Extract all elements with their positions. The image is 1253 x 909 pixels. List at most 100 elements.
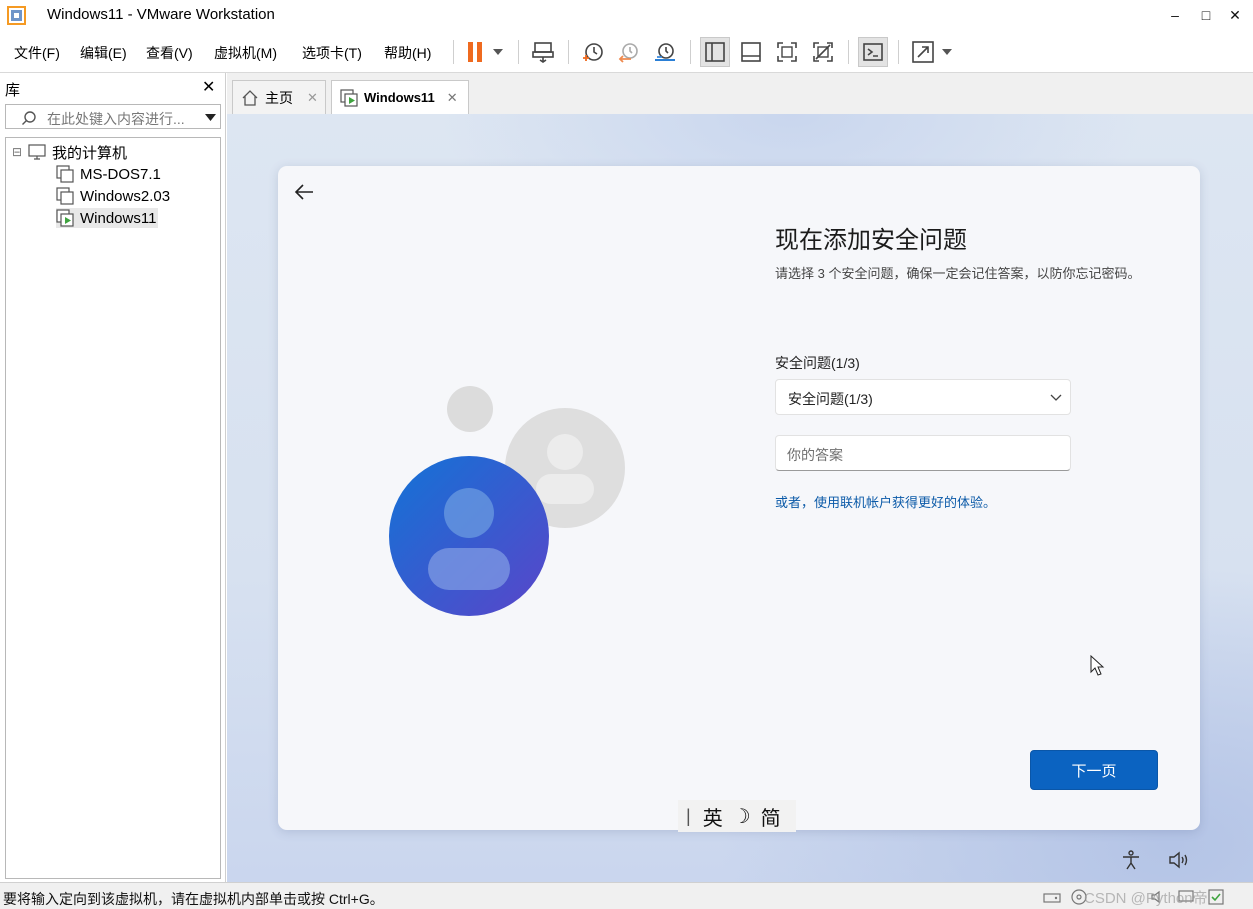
tab-close-icon[interactable]: ✕ (447, 90, 458, 106)
accessibility-icon[interactable] (1119, 848, 1143, 872)
status-message: 要将输入定向到该虚拟机，请在虚拟机内部单击或按 Ctrl+G。 (3, 891, 384, 907)
answer-input[interactable]: 你的答案 (775, 435, 1071, 471)
chevron-down-icon[interactable] (205, 114, 216, 121)
menu-tabs[interactable]: 选项卡(T) (302, 43, 362, 63)
unity-button[interactable] (808, 37, 838, 67)
running-vm-icon (340, 88, 358, 107)
ime-handle[interactable]: | (686, 806, 691, 827)
toolbar-divider (898, 40, 899, 64)
vm-tools-icon[interactable] (1207, 888, 1225, 906)
library-tree: ⊟ 我的计算机 MS-DOS7.1 Windows2.03 Windows11 (5, 137, 221, 879)
security-question-select[interactable]: 安全问题(1/3) (775, 379, 1071, 415)
running-vm-icon (56, 209, 74, 227)
library-close-button[interactable]: ✕ (202, 77, 215, 97)
security-question-label: 安全问题(1/3) (775, 355, 860, 371)
ime-script-toggle[interactable]: 简 (761, 802, 781, 831)
tab-close-icon[interactable]: ✕ (307, 90, 318, 106)
menu-vm[interactable]: 虚拟机(M) (214, 43, 277, 63)
library-search-placeholder: 在此处键入内容进行... (47, 111, 185, 127)
mouse-cursor-icon (1090, 655, 1105, 676)
tree-item-msdos[interactable]: MS-DOS7.1 (56, 164, 161, 184)
toolbar-divider (568, 40, 569, 64)
search-icon (22, 111, 36, 125)
stretch-guest-button[interactable] (908, 37, 938, 67)
ime-half-width-toggle[interactable]: ☽ (733, 804, 751, 829)
menu-file[interactable]: 文件(F) (14, 43, 60, 63)
tab-windows11-label: Windows11 (364, 90, 435, 105)
tree-item-label: Windows11 (80, 209, 157, 227)
back-arrow-icon[interactable] (292, 180, 316, 204)
send-ctrl-alt-del-icon (532, 42, 554, 63)
revert-snapshot-button[interactable] (614, 37, 644, 67)
title-bar: Windows11 - VMware Workstation – □ ✕ (0, 0, 1253, 31)
tab-windows11[interactable]: Windows11 ✕ (331, 80, 469, 114)
tree-item-windows11[interactable]: Windows11 (56, 208, 159, 228)
collapse-icon[interactable]: ⊟ (12, 145, 28, 159)
menu-toolbar: 文件(F) 编辑(E) 查看(V) 虚拟机(M) 选项卡(T) 帮助(H) (0, 31, 1253, 73)
chevron-down-icon (942, 49, 952, 55)
take-snapshot-button[interactable] (578, 37, 608, 67)
vm-icon (56, 187, 74, 205)
window-title: Windows11 - VMware Workstation (47, 6, 275, 23)
tree-item-label: Windows2.03 (80, 187, 171, 205)
menu-view[interactable]: 查看(V) (146, 43, 193, 63)
snapshot-icon (583, 43, 603, 61)
page-description: 请选择 3 个安全问题，确保一定会记住答案，以防你忘记密码。 (775, 266, 1141, 281)
revert-snapshot-icon (618, 43, 638, 63)
toolbar-divider (453, 40, 454, 64)
user-accounts-illustration (389, 386, 625, 616)
chevron-down-icon (493, 49, 503, 55)
page-title: 现在添加安全问题 (775, 227, 967, 254)
online-account-link[interactable]: 或者，使用联机帐户获得更好的体验。 (775, 492, 996, 511)
stretch-icon (912, 41, 934, 63)
unity-icon (813, 42, 833, 62)
tree-item-label: MS-DOS7.1 (80, 165, 161, 183)
pause-dropdown-button[interactable] (486, 37, 510, 67)
toolbar-divider (518, 40, 519, 64)
next-button[interactable]: 下一页 (1030, 750, 1158, 790)
tree-item-windows203[interactable]: Windows2.03 (56, 186, 170, 206)
fullscreen-icon (777, 42, 797, 62)
toolbar-divider (848, 40, 849, 64)
send-ctrl-alt-del-button[interactable] (528, 37, 558, 67)
fullscreen-button[interactable] (772, 37, 802, 67)
tree-root-my-computer[interactable]: ⊟ 我的计算机 (12, 142, 127, 162)
maximize-button[interactable]: □ (1194, 4, 1218, 26)
answer-placeholder: 你的答案 (787, 447, 843, 463)
chevron-down-icon (1050, 394, 1062, 401)
vmware-logo-icon (7, 6, 26, 25)
home-icon (242, 89, 258, 106)
hard-disk-icon[interactable] (1043, 889, 1061, 905)
vm-icon (56, 165, 74, 183)
console-view-button[interactable] (858, 37, 888, 67)
thumbnail-bar-icon (741, 42, 761, 62)
tab-home-label: 主页 (265, 89, 293, 106)
library-panel: 库 ✕ 在此处键入内容进行... ⊟ 我的计算机 MS-DOS7.1 Windo… (0, 73, 226, 882)
computer-icon (28, 144, 46, 160)
console-icon (863, 43, 883, 61)
minimize-button[interactable]: – (1163, 4, 1187, 26)
snapshot-manager-icon (655, 43, 675, 61)
thumbnail-bar-button[interactable] (736, 37, 766, 67)
ime-toolbar: | 英 ☽ 简 (678, 800, 796, 832)
security-question-value: 安全问题(1/3) (788, 391, 873, 407)
library-search-input[interactable]: 在此处键入内容进行... (5, 104, 221, 129)
tree-root-label: 我的计算机 (52, 144, 128, 162)
menu-help[interactable]: 帮助(H) (384, 43, 431, 63)
toolbar-divider (690, 40, 691, 64)
tab-strip: 主页 ✕ Windows11 ✕ (227, 73, 1253, 114)
snapshot-manager-button[interactable] (650, 37, 680, 67)
status-bar: 要将输入定向到该虚拟机，请在虚拟机内部单击或按 Ctrl+G。 CSDN @Py… (0, 882, 1253, 909)
show-library-button[interactable] (700, 37, 730, 67)
vm-display[interactable]: 现在添加安全问题 请选择 3 个安全问题，确保一定会记住答案，以防你忘记密码。 … (227, 114, 1253, 882)
library-view-icon (705, 42, 725, 62)
watermark-text: CSDN @Python帝 (1084, 890, 1208, 907)
close-button[interactable]: ✕ (1223, 4, 1247, 26)
menu-edit[interactable]: 编辑(E) (80, 43, 127, 63)
tab-home[interactable]: 主页 ✕ (232, 80, 326, 114)
volume-icon[interactable] (1167, 848, 1191, 872)
library-title: 库 (5, 82, 21, 99)
stretch-dropdown-button[interactable] (936, 37, 958, 67)
ime-language-toggle[interactable]: 英 (703, 802, 723, 831)
pause-icon (468, 42, 482, 62)
